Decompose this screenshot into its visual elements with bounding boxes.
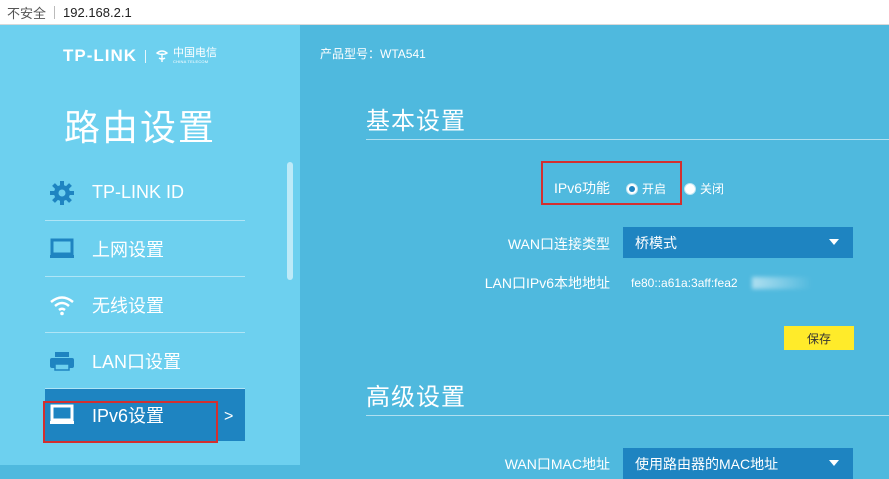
sidebar-item-label: LAN口设置 xyxy=(92,351,182,372)
radio-selected-icon xyxy=(626,182,638,195)
partner-logo-text: 中国电信 xyxy=(173,47,218,59)
wan-mac-select[interactable]: 使用路由器的MAC地址 xyxy=(623,448,853,479)
redaction-blur xyxy=(752,277,812,289)
chevron-down-icon xyxy=(829,239,839,245)
address-divider xyxy=(54,5,56,19)
url-text[interactable]: 192.168.2.1 xyxy=(63,5,132,20)
wan-type-value: 桥模式 xyxy=(635,234,677,251)
ipv6-off-label: 关闭 xyxy=(700,182,725,196)
ipv6-on-radio[interactable]: 开启 xyxy=(626,180,666,197)
basic-settings-title: 基本设置 xyxy=(366,108,466,135)
lan-ipv6-address-label: LAN口IPv6本地地址 xyxy=(484,275,610,291)
sidebar-item-lan[interactable]: LAN口设置 xyxy=(45,333,245,389)
highlight-box-ipv6-nav xyxy=(43,401,218,443)
china-telecom-icon xyxy=(155,50,169,62)
sidebar-item-internet[interactable]: 上网设置 xyxy=(45,221,245,277)
wan-mac-label: WAN口MAC地址 xyxy=(504,456,610,472)
section-divider xyxy=(366,415,889,416)
sidebar-scrollbar[interactable] xyxy=(287,162,293,280)
browser-address-bar[interactable]: 不安全 192.168.2.1 xyxy=(0,0,889,25)
radio-unselected-icon xyxy=(684,182,696,195)
sidebar-item-label: TP-LINK ID xyxy=(92,182,185,202)
sidebar-title: 路由设置 xyxy=(64,107,217,148)
sidebar-item-label: 无线设置 xyxy=(92,295,164,316)
ipv6-off-radio[interactable]: 关闭 xyxy=(684,180,724,197)
printer-icon xyxy=(48,347,76,375)
wan-type-label: WAN口连接类型 xyxy=(507,236,610,252)
chevron-right-icon: > xyxy=(224,408,234,425)
logo-divider xyxy=(145,49,147,63)
monitor-icon xyxy=(48,235,76,263)
sidebar-item-tplink-id[interactable]: TP-LINK ID xyxy=(45,165,245,221)
chevron-down-icon xyxy=(829,460,839,466)
section-divider xyxy=(366,139,889,140)
model-label: 产品型号：WTA541 xyxy=(320,47,426,61)
ipv6-function-label: IPv6功能 xyxy=(553,180,610,196)
gear-icon xyxy=(48,179,76,207)
wan-mac-value: 使用路由器的MAC地址 xyxy=(635,455,779,472)
brand-logo: TP-LINK 中国电信 CHINA TELECOM xyxy=(63,45,217,67)
partner-logo-small: CHINA TELECOM xyxy=(173,59,209,64)
lan-ipv6-address-value: fe80::a61a:3aff:fea2 xyxy=(631,276,738,290)
wan-type-select[interactable]: 桥模式 xyxy=(623,227,853,258)
save-button[interactable]: 保存 xyxy=(784,326,854,350)
ipv6-on-label: 开启 xyxy=(642,182,667,196)
sidebar-item-wireless[interactable]: 无线设置 xyxy=(45,277,245,333)
wifi-icon xyxy=(48,291,76,319)
security-indicator[interactable]: 不安全 xyxy=(7,3,46,22)
sidebar-item-label: 上网设置 xyxy=(92,239,164,260)
china-telecom-logo: 中国电信 CHINA TELECOM xyxy=(173,47,218,65)
advanced-settings-title: 高级设置 xyxy=(366,384,466,411)
tp-link-logo: TP-LINK xyxy=(63,46,138,65)
sidebar: TP-LINK 中国电信 CHINA TELECOM 路由设置 TP-LINK … xyxy=(0,25,300,465)
